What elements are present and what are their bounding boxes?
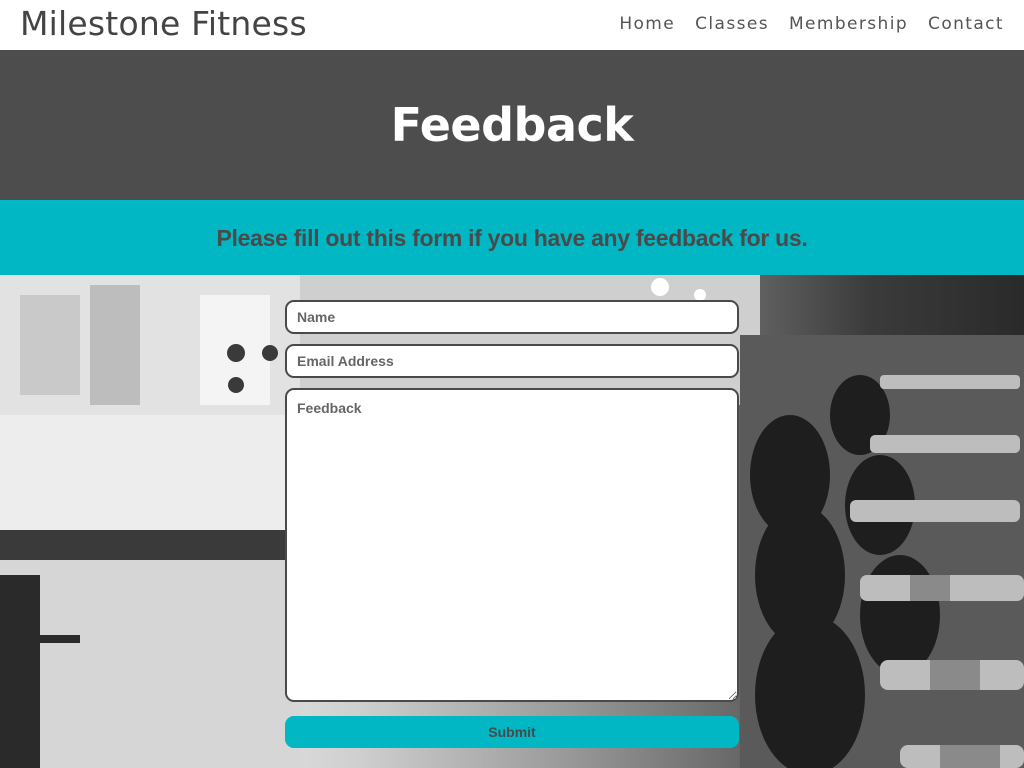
page-title: Feedback	[390, 98, 634, 152]
info-banner: Please fill out this form if you have an…	[0, 200, 1024, 275]
feedback-textarea[interactable]	[285, 388, 739, 702]
nav-menu: Home Classes Membership Contact	[619, 13, 1004, 35]
nav-link-contact[interactable]: Contact	[928, 13, 1004, 35]
hero-section: Feedback	[0, 50, 1024, 200]
site-logo-text[interactable]: Milestone Fitness	[20, 4, 307, 44]
nav-link-classes[interactable]: Classes	[695, 13, 769, 35]
navbar: Milestone Fitness Home Classes Membershi…	[0, 0, 1024, 50]
submit-button[interactable]: Submit	[285, 716, 739, 748]
name-input[interactable]	[285, 300, 739, 334]
email-input[interactable]	[285, 344, 739, 378]
nav-link-membership[interactable]: Membership	[789, 13, 908, 35]
banner-text: Please fill out this form if you have an…	[216, 225, 808, 251]
nav-link-home[interactable]: Home	[619, 13, 675, 35]
